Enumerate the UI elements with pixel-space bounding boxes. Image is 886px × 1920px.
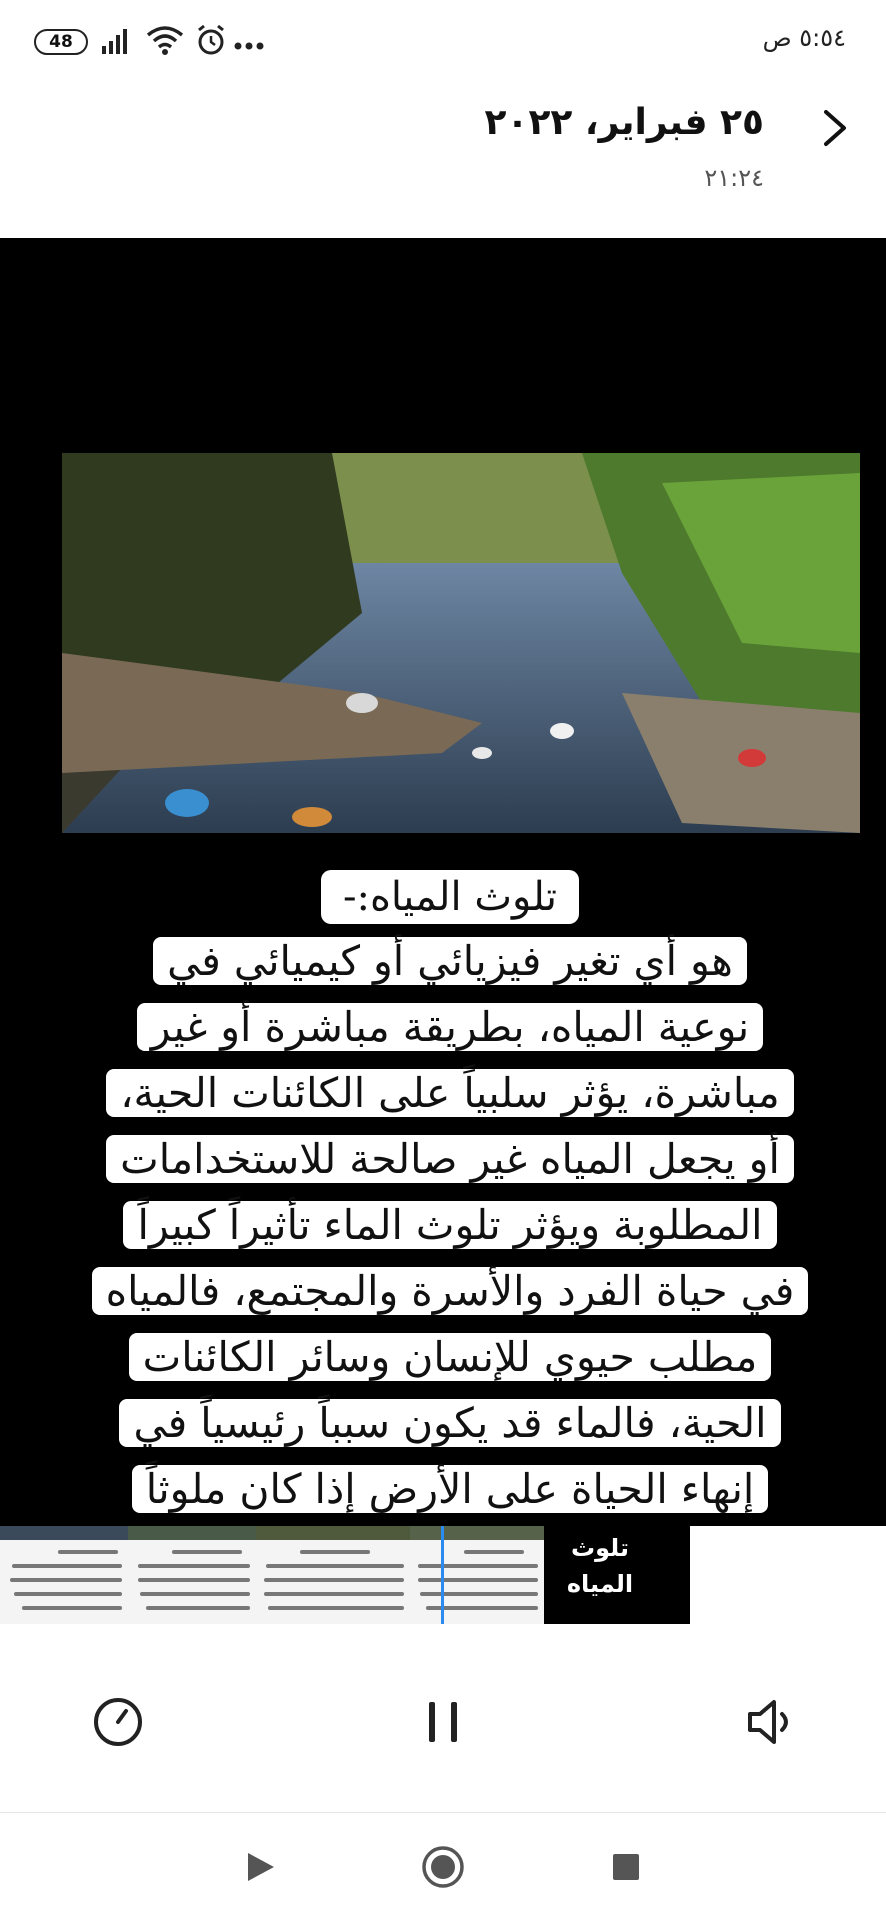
text-block: تلوث المياه:- هو أي تغير فيزيائي أو كيمي… [40, 870, 860, 1522]
status-time: ٥:٥٤ ص [762, 24, 846, 52]
body-line: المطلوبة ويؤثر تلوث الماء تأثيراً كبيراً [123, 1201, 777, 1249]
timeline-thumbnail[interactable] [0, 1526, 128, 1624]
back-triangle-icon[interactable] [240, 1847, 280, 1887]
timeline-thumbnail[interactable] [128, 1526, 256, 1624]
timeline-thumbnail[interactable]: تلوث المياه [544, 1526, 690, 1624]
header-time: ٢١:٢٤ [704, 164, 764, 192]
status-bar: 48 ٥:٥٤ ص [0, 0, 886, 84]
content-body: هو أي تغير فيزيائي أو كيميائي في نوعية ا… [40, 928, 860, 1522]
thumb-title: تلوث المياه [566, 1534, 634, 1598]
image-viewer[interactable]: تلوث المياه:- هو أي تغير فيزيائي أو كيمي… [0, 238, 886, 1526]
playback-controls [0, 1624, 886, 1814]
home-circle-icon[interactable] [420, 1844, 466, 1890]
recents-square-icon[interactable] [606, 1847, 646, 1887]
header: ٢٥ فبراير، ٢٠٢٢ ٢١:٢٤ [0, 84, 886, 238]
body-line: هو أي تغير فيزيائي أو كيميائي في [153, 937, 747, 985]
battery-icon: 48 [34, 29, 88, 55]
video-timeline[interactable]: تلوث المياه [0, 1526, 886, 1624]
playhead[interactable] [441, 1526, 444, 1624]
body-line: في حياة الفرد والأسرة والمجتمع، فالمياه [91, 1267, 809, 1315]
pause-icon[interactable] [415, 1694, 471, 1750]
system-nav-bar [0, 1813, 886, 1920]
river-photo [62, 453, 860, 833]
body-line: نوعية المياه، بطريقة مباشرة أو غير [136, 1003, 764, 1051]
wifi-icon [146, 26, 184, 55]
volume-icon[interactable] [744, 1694, 800, 1750]
alarm-icon [198, 24, 224, 55]
timeline-thumbnail[interactable] [410, 1526, 544, 1624]
header-date: ٢٥ فبراير، ٢٠٢٢ [484, 102, 765, 143]
chevron-right-icon[interactable] [812, 106, 856, 150]
more-dots-icon [234, 42, 264, 50]
content-title: تلوث المياه:- [320, 870, 580, 924]
body-line: مطلب حيوي للإنسان وسائر الكائنات [128, 1333, 772, 1381]
body-line: إنهاء الحياة على الأرض إذا كان ملوثاً [131, 1465, 769, 1513]
speed-gauge-icon[interactable] [90, 1694, 146, 1750]
body-line: الحية، فالماء قد يكون سبباً رئيسياً في [119, 1399, 781, 1447]
body-line: أو يجعل المياه غير صالحة للاستخدامات [106, 1135, 794, 1183]
signal-icon [102, 29, 127, 54]
body-line: مباشرة، يؤثر سلبياً على الكائنات الحية، [106, 1069, 794, 1117]
timeline-thumbnail[interactable] [256, 1526, 410, 1624]
